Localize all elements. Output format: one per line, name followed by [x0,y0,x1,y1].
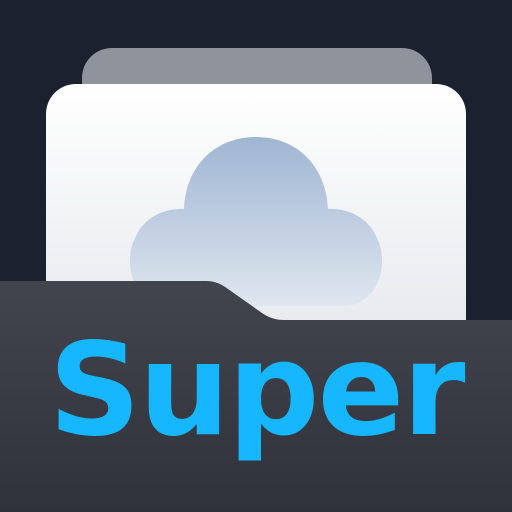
app-icon[interactable]: Super [0,0,512,512]
app-wordmark: Super [48,316,466,465]
